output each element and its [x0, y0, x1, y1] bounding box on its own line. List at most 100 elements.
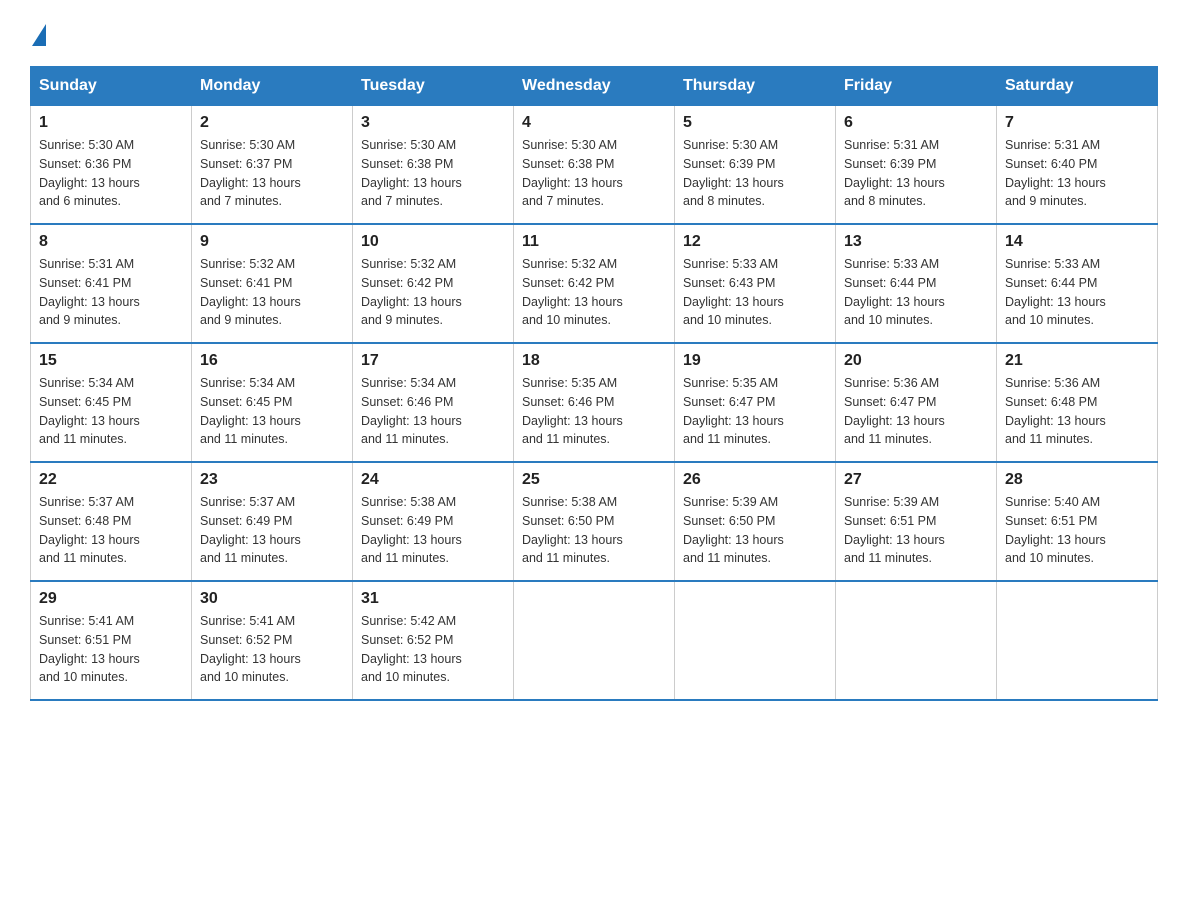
calendar-week-row: 1 Sunrise: 5:30 AMSunset: 6:36 PMDaylight…	[31, 106, 1158, 225]
day-info: Sunrise: 5:31 AMSunset: 6:41 PMDaylight:…	[39, 257, 140, 327]
day-info: Sunrise: 5:37 AMSunset: 6:49 PMDaylight:…	[200, 495, 301, 565]
day-number: 15	[39, 352, 183, 370]
day-info: Sunrise: 5:38 AMSunset: 6:50 PMDaylight:…	[522, 495, 623, 565]
day-info: Sunrise: 5:33 AMSunset: 6:44 PMDaylight:…	[1005, 257, 1106, 327]
day-info: Sunrise: 5:36 AMSunset: 6:47 PMDaylight:…	[844, 376, 945, 446]
day-number: 21	[1005, 352, 1149, 370]
day-info: Sunrise: 5:32 AMSunset: 6:41 PMDaylight:…	[200, 257, 301, 327]
day-info: Sunrise: 5:30 AMSunset: 6:38 PMDaylight:…	[522, 138, 623, 208]
calendar-week-row: 15 Sunrise: 5:34 AMSunset: 6:45 PMDayligh…	[31, 343, 1158, 462]
logo-triangle-icon	[32, 24, 46, 46]
calendar-cell: 20 Sunrise: 5:36 AMSunset: 6:47 PMDayligh…	[836, 343, 997, 462]
calendar-week-row: 8 Sunrise: 5:31 AMSunset: 6:41 PMDaylight…	[31, 224, 1158, 343]
calendar-week-row: 29 Sunrise: 5:41 AMSunset: 6:51 PMDayligh…	[31, 581, 1158, 700]
calendar-cell: 18Sunrise: 5:35 AMSunset: 6:46 PMDayligh…	[514, 343, 675, 462]
calendar-cell: 13 Sunrise: 5:33 AMSunset: 6:44 PMDayligh…	[836, 224, 997, 343]
calendar-cell: 26 Sunrise: 5:39 AMSunset: 6:50 PMDayligh…	[675, 462, 836, 581]
calendar-cell: 3 Sunrise: 5:30 AMSunset: 6:38 PMDaylight…	[353, 106, 514, 225]
day-number: 28	[1005, 471, 1149, 489]
calendar-cell	[514, 581, 675, 700]
calendar-cell	[836, 581, 997, 700]
calendar-table: SundayMondayTuesdayWednesdayThursdayFrid…	[30, 66, 1158, 701]
calendar-cell: 1 Sunrise: 5:30 AMSunset: 6:36 PMDaylight…	[31, 106, 192, 225]
day-number: 27	[844, 471, 988, 489]
day-number: 25	[522, 471, 666, 489]
day-info: Sunrise: 5:39 AMSunset: 6:51 PMDaylight:…	[844, 495, 945, 565]
day-number: 2	[200, 114, 344, 132]
day-number: 16	[200, 352, 344, 370]
day-number: 19	[683, 352, 827, 370]
page-header	[30, 20, 1158, 46]
day-number: 8	[39, 233, 183, 251]
column-header-sunday: Sunday	[31, 67, 192, 106]
day-info: Sunrise: 5:32 AMSunset: 6:42 PMDaylight:…	[522, 257, 623, 327]
column-header-friday: Friday	[836, 67, 997, 106]
day-info: Sunrise: 5:40 AMSunset: 6:51 PMDaylight:…	[1005, 495, 1106, 565]
day-number: 24	[361, 471, 505, 489]
day-number: 13	[844, 233, 988, 251]
day-info: Sunrise: 5:41 AMSunset: 6:51 PMDaylight:…	[39, 614, 140, 684]
day-number: 10	[361, 233, 505, 251]
calendar-cell: 16 Sunrise: 5:34 AMSunset: 6:45 PMDayligh…	[192, 343, 353, 462]
column-header-monday: Monday	[192, 67, 353, 106]
day-info: Sunrise: 5:34 AMSunset: 6:45 PMDaylight:…	[39, 376, 140, 446]
day-info: Sunrise: 5:31 AMSunset: 6:40 PMDaylight:…	[1005, 138, 1106, 208]
calendar-cell: 6Sunrise: 5:31 AMSunset: 6:39 PMDaylight…	[836, 106, 997, 225]
day-info: Sunrise: 5:42 AMSunset: 6:52 PMDaylight:…	[361, 614, 462, 684]
calendar-cell: 29 Sunrise: 5:41 AMSunset: 6:51 PMDayligh…	[31, 581, 192, 700]
calendar-cell: 19 Sunrise: 5:35 AMSunset: 6:47 PMDayligh…	[675, 343, 836, 462]
day-info: Sunrise: 5:39 AMSunset: 6:50 PMDaylight:…	[683, 495, 784, 565]
calendar-cell: 4 Sunrise: 5:30 AMSunset: 6:38 PMDaylight…	[514, 106, 675, 225]
day-number: 4	[522, 114, 666, 132]
calendar-header-row: SundayMondayTuesdayWednesdayThursdayFrid…	[31, 67, 1158, 106]
calendar-cell: 22 Sunrise: 5:37 AMSunset: 6:48 PMDayligh…	[31, 462, 192, 581]
day-number: 29	[39, 590, 183, 608]
day-info: Sunrise: 5:30 AMSunset: 6:36 PMDaylight:…	[39, 138, 140, 208]
calendar-cell: 9 Sunrise: 5:32 AMSunset: 6:41 PMDaylight…	[192, 224, 353, 343]
calendar-cell: 5 Sunrise: 5:30 AMSunset: 6:39 PMDaylight…	[675, 106, 836, 225]
day-info: Sunrise: 5:30 AMSunset: 6:38 PMDaylight:…	[361, 138, 462, 208]
calendar-cell: 11 Sunrise: 5:32 AMSunset: 6:42 PMDayligh…	[514, 224, 675, 343]
day-info: Sunrise: 5:35 AMSunset: 6:46 PMDaylight:…	[522, 376, 623, 446]
calendar-cell: 12Sunrise: 5:33 AMSunset: 6:43 PMDayligh…	[675, 224, 836, 343]
day-info: Sunrise: 5:41 AMSunset: 6:52 PMDaylight:…	[200, 614, 301, 684]
calendar-cell: 14Sunrise: 5:33 AMSunset: 6:44 PMDayligh…	[997, 224, 1158, 343]
day-info: Sunrise: 5:34 AMSunset: 6:45 PMDaylight:…	[200, 376, 301, 446]
day-info: Sunrise: 5:34 AMSunset: 6:46 PMDaylight:…	[361, 376, 462, 446]
calendar-cell: 7 Sunrise: 5:31 AMSunset: 6:40 PMDaylight…	[997, 106, 1158, 225]
day-number: 26	[683, 471, 827, 489]
day-info: Sunrise: 5:33 AMSunset: 6:44 PMDaylight:…	[844, 257, 945, 327]
day-info: Sunrise: 5:35 AMSunset: 6:47 PMDaylight:…	[683, 376, 784, 446]
day-number: 5	[683, 114, 827, 132]
day-number: 9	[200, 233, 344, 251]
logo	[30, 20, 46, 46]
day-number: 12	[683, 233, 827, 251]
calendar-cell: 15 Sunrise: 5:34 AMSunset: 6:45 PMDayligh…	[31, 343, 192, 462]
day-number: 7	[1005, 114, 1149, 132]
calendar-cell: 31 Sunrise: 5:42 AMSunset: 6:52 PMDayligh…	[353, 581, 514, 700]
day-number: 22	[39, 471, 183, 489]
day-number: 20	[844, 352, 988, 370]
column-header-saturday: Saturday	[997, 67, 1158, 106]
calendar-cell	[675, 581, 836, 700]
calendar-cell: 8 Sunrise: 5:31 AMSunset: 6:41 PMDaylight…	[31, 224, 192, 343]
calendar-cell: 30 Sunrise: 5:41 AMSunset: 6:52 PMDayligh…	[192, 581, 353, 700]
calendar-week-row: 22 Sunrise: 5:37 AMSunset: 6:48 PMDayligh…	[31, 462, 1158, 581]
day-info: Sunrise: 5:37 AMSunset: 6:48 PMDaylight:…	[39, 495, 140, 565]
calendar-cell: 10 Sunrise: 5:32 AMSunset: 6:42 PMDayligh…	[353, 224, 514, 343]
day-info: Sunrise: 5:32 AMSunset: 6:42 PMDaylight:…	[361, 257, 462, 327]
day-number: 6	[844, 114, 988, 132]
calendar-cell: 24 Sunrise: 5:38 AMSunset: 6:49 PMDayligh…	[353, 462, 514, 581]
day-info: Sunrise: 5:30 AMSunset: 6:39 PMDaylight:…	[683, 138, 784, 208]
day-number: 23	[200, 471, 344, 489]
day-number: 30	[200, 590, 344, 608]
day-number: 31	[361, 590, 505, 608]
day-number: 1	[39, 114, 183, 132]
day-info: Sunrise: 5:38 AMSunset: 6:49 PMDaylight:…	[361, 495, 462, 565]
day-number: 3	[361, 114, 505, 132]
calendar-cell: 25 Sunrise: 5:38 AMSunset: 6:50 PMDayligh…	[514, 462, 675, 581]
day-number: 11	[522, 233, 666, 251]
calendar-cell: 28 Sunrise: 5:40 AMSunset: 6:51 PMDayligh…	[997, 462, 1158, 581]
calendar-cell: 2Sunrise: 5:30 AMSunset: 6:37 PMDaylight…	[192, 106, 353, 225]
column-header-wednesday: Wednesday	[514, 67, 675, 106]
